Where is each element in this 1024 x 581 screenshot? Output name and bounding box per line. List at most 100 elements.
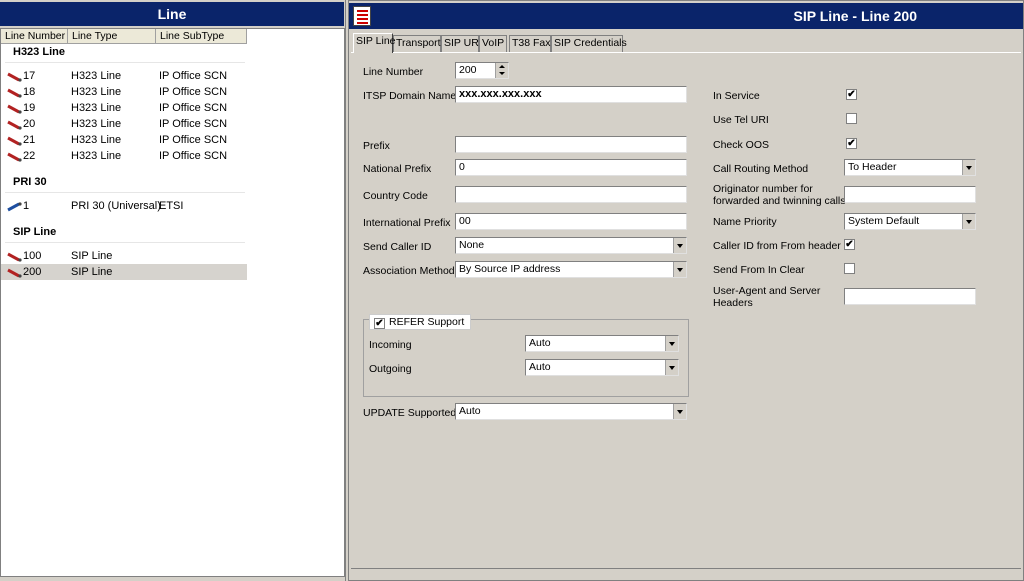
country-code-input[interactable] (455, 186, 687, 203)
prefix-input[interactable] (455, 136, 687, 153)
line-number: 18 (23, 86, 36, 98)
table-row[interactable]: 21 H323 Line IP Office SCN (1, 132, 247, 148)
line-number: 22 (23, 150, 36, 162)
name-priority-select[interactable]: System Default (844, 213, 976, 230)
caller-id-from-header-checkbox[interactable]: ✔ (844, 239, 855, 250)
table-row[interactable]: 18 H323 Line IP Office SCN (1, 84, 247, 100)
chevron-down-icon[interactable] (673, 404, 686, 419)
chevron-down-icon[interactable] (665, 336, 678, 351)
association-method-select[interactable]: By Source IP address (455, 261, 687, 278)
table-row[interactable]: 100 SIP Line (1, 248, 247, 264)
send-from-in-clear-checkbox[interactable] (844, 263, 855, 274)
in-service-label: In Service (713, 90, 760, 102)
check-oos-label: Check OOS (713, 139, 770, 151)
international-prefix-input[interactable]: 00 (455, 213, 687, 230)
table-row-selected[interactable]: 200 SIP Line (1, 264, 247, 280)
send-caller-id-label: Send Caller ID (363, 241, 432, 253)
red-cable-icon (7, 120, 22, 130)
line-type: H323 Line (71, 70, 122, 82)
table-row[interactable]: 22 H323 Line IP Office SCN (1, 148, 247, 164)
line-type: H323 Line (71, 102, 122, 114)
blue-cable-icon (7, 202, 22, 212)
group-h323-line: H323 Line (13, 46, 65, 58)
sip-line-details-panel: SIP Line - Line 200 SIP Line Transport S… (348, 0, 1024, 581)
table-row[interactable]: 19 H323 Line IP Office SCN (1, 100, 247, 116)
red-cable-icon (7, 268, 22, 278)
country-code-label: Country Code (363, 190, 428, 202)
tab-t38-fax[interactable]: T38 Fax (509, 35, 551, 52)
tab-voip[interactable]: VoIP (479, 35, 507, 52)
red-cable-icon (7, 104, 22, 114)
line-subtype: ETSI (159, 200, 184, 212)
red-cable-icon (7, 152, 22, 162)
line-number: 100 (23, 250, 42, 262)
line-type: SIP Line (71, 250, 113, 262)
chevron-down-icon[interactable] (665, 360, 678, 375)
column-header-line-subtype[interactable]: Line SubType (156, 29, 247, 44)
user-agent-label-line1: User-Agent and Server (713, 285, 821, 297)
tab-sip-credentials[interactable]: SIP Credentials (551, 35, 627, 52)
refer-support-checkbox[interactable]: ✔ (374, 318, 385, 329)
association-method-label: Association Method (363, 265, 455, 277)
refer-support-group (363, 319, 689, 397)
use-tel-uri-checkbox[interactable] (846, 113, 857, 124)
tab-sip-line[interactable]: SIP Line (353, 33, 396, 53)
line-type: PRI 30 (Universal) (71, 200, 161, 212)
caller-id-from-header-label: Caller ID from From header (713, 240, 841, 252)
table-row[interactable]: 1 PRI 30 (Universal) ETSI (1, 198, 247, 214)
red-cable-icon (7, 136, 22, 146)
call-routing-method-select[interactable]: To Header (844, 159, 976, 176)
line-number: 1 (23, 200, 30, 212)
chevron-down-icon[interactable] (962, 214, 975, 229)
originator-number-label-line2: forwarded and twinning calls (713, 195, 846, 207)
chevron-down-icon[interactable] (962, 160, 975, 175)
call-routing-method-label: Call Routing Method (713, 163, 809, 175)
table-row[interactable]: 17 H323 Line IP Office SCN (1, 68, 247, 84)
group-divider (5, 192, 245, 193)
line-number: 17 (23, 70, 36, 82)
spinner-arrows-icon[interactable] (495, 63, 508, 78)
update-supported-select[interactable]: Auto (455, 403, 687, 420)
details-title: SIP Line - Line 200 (793, 8, 917, 24)
line-number: 200 (23, 266, 42, 278)
line-number: 20 (23, 118, 36, 130)
sip-line-tab-pane: Line Number 200 ITSP Domain Name xxx.xxx… (351, 52, 1021, 562)
line-list[interactable]: Line Number Line Type Line SubType H323 … (0, 28, 345, 577)
user-agent-input[interactable] (844, 288, 976, 305)
itsp-domain-input[interactable]: xxx.xxx.xxx.xxx (455, 86, 687, 103)
line-type: H323 Line (71, 150, 122, 162)
outgoing-label: Outgoing (369, 363, 412, 375)
check-oos-checkbox[interactable]: ✔ (846, 138, 857, 149)
originator-number-input[interactable] (844, 186, 976, 203)
line-subtype: IP Office SCN (159, 102, 228, 114)
incoming-select[interactable]: Auto (525, 335, 679, 352)
column-header-line-type[interactable]: Line Type (68, 29, 156, 44)
red-cable-icon (7, 72, 22, 82)
line-subtype: IP Office SCN (159, 86, 228, 98)
chevron-down-icon[interactable] (673, 262, 686, 277)
international-prefix-label: International Prefix (363, 217, 451, 229)
in-service-checkbox[interactable]: ✔ (846, 89, 857, 100)
details-title-bar: SIP Line - Line 200 (349, 3, 1023, 29)
send-from-in-clear-label: Send From In Clear (713, 264, 805, 276)
user-agent-label-line2: Headers (713, 297, 753, 309)
line-type: H323 Line (71, 134, 122, 146)
line-type: H323 Line (71, 118, 122, 130)
refer-support-legend[interactable]: ✔ REFER Support (369, 314, 472, 330)
chevron-down-icon[interactable] (673, 238, 686, 253)
group-sip-line: SIP Line (13, 226, 57, 238)
status-divider (351, 568, 1021, 569)
tab-transport[interactable]: Transport (393, 35, 441, 52)
line-number-spinner[interactable]: 200 (455, 62, 509, 79)
line-subtype: IP Office SCN (159, 118, 228, 130)
send-caller-id-select[interactable]: None (455, 237, 687, 254)
tab-sip-uri[interactable]: SIP URI (441, 35, 482, 52)
list-menu-icon[interactable] (353, 6, 371, 26)
table-row[interactable]: 20 H323 Line IP Office SCN (1, 116, 247, 132)
national-prefix-input[interactable]: 0 (455, 159, 687, 176)
outgoing-select[interactable]: Auto (525, 359, 679, 376)
line-subtype: IP Office SCN (159, 134, 228, 146)
column-header-line-number[interactable]: Line Number (1, 29, 68, 44)
group-pri-30: PRI 30 (13, 176, 47, 188)
originator-number-label-line1: Originator number for (713, 183, 813, 195)
